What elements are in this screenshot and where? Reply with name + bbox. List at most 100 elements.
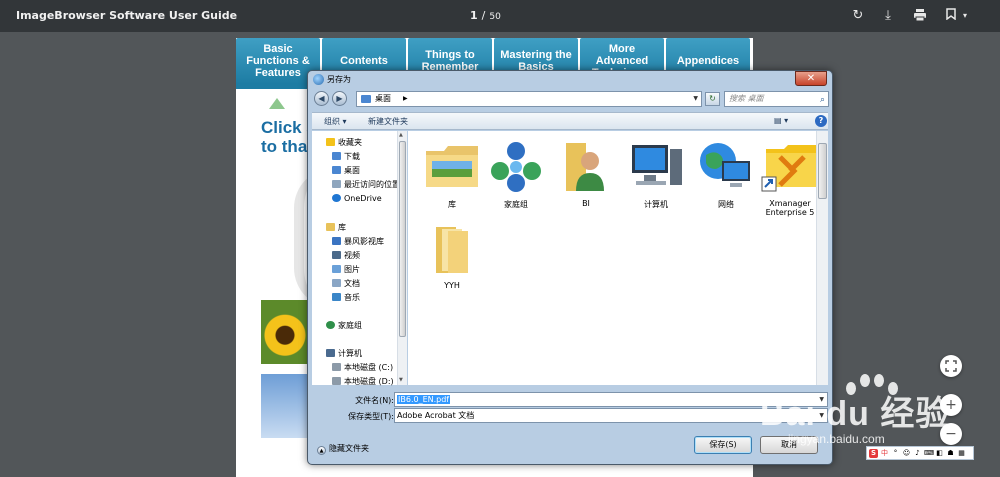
dialog-title: 另存为 [327,75,351,84]
navigation-row: ◀ ▶ 桌面 ▶ ▼ ↻ 搜索 桌面 ⌕ [308,88,832,110]
nav-item-label: 家庭组 [338,321,362,330]
file-item-computer[interactable]: 计算机 [620,139,692,210]
nav-item-label: 本地磁盘 (D:) [344,377,394,386]
close-button[interactable]: ✕ [795,71,827,86]
keyboard-icon[interactable]: ⌨ [924,449,934,458]
nav-item-label: 下载 [344,152,360,161]
toolbox-icon[interactable]: ▦ [957,449,966,458]
file-item-library[interactable]: 库 [416,139,488,210]
user-icon[interactable]: ☗ [946,449,955,458]
new-folder-button[interactable]: 新建文件夹 [368,116,408,127]
file-item-yyh[interactable]: YYH [416,221,488,290]
computer-icon [326,349,335,357]
nav-item-label: OneDrive [344,194,382,203]
nav-item-label: 库 [338,223,346,232]
dialog-titlebar: 另存为 ✕ [308,71,832,88]
microphone-icon[interactable]: ♪ [913,449,922,458]
back-button[interactable]: ◀ [314,91,329,106]
drive-icon [332,363,341,371]
file-item-label: 计算机 [644,200,668,209]
file-item-label: 家庭组 [504,200,528,209]
breadcrumb-arrow-icon[interactable]: ▶ [403,92,408,106]
scroll-up-icon[interactable]: ▲ [399,132,403,138]
user-folder-icon [556,139,616,195]
address-text: 桌面 [375,94,391,103]
skin-icon[interactable]: ◧ [935,449,944,458]
print-icon[interactable] [912,8,928,24]
library-icon [422,139,482,195]
cloud-icon [332,194,341,202]
nav-item-baofeng[interactable]: 暴风影视库 [332,236,384,248]
network-icon [696,139,756,195]
file-item-bi[interactable]: BI [550,139,622,208]
nav-item-label: 文档 [344,279,360,288]
hide-folders-label: 隐藏文件夹 [329,444,369,453]
scroll-down-icon[interactable]: ▼ [399,377,403,383]
refresh-button[interactable]: ↻ [705,92,720,106]
scrollbar-thumb[interactable] [399,141,406,337]
nav-item-music[interactable]: 音乐 [332,292,360,304]
sky-thumbnail [261,374,309,438]
nav-item-downloads[interactable]: 下载 [332,151,360,163]
nav-item-libraries[interactable]: 库 [326,222,346,234]
nav-item-drive-c[interactable]: 本地磁盘 (C:) [332,362,393,374]
sogou-icon[interactable]: S [869,448,878,458]
nav-item-favorites[interactable]: 收藏夹 [326,137,362,149]
view-options-icon[interactable]: ▤ ▾ [774,116,788,125]
filename-row: 文件名(N): IB6.0_EN.pdf ▼ [308,392,832,408]
filename-value: IB6.0_EN.pdf [397,395,451,404]
download-icon[interactable]: ⤓ [880,8,896,24]
current-page[interactable]: 1 [470,9,478,22]
punctuation-icon[interactable]: ° [891,449,900,458]
nav-item-label: 本地磁盘 (C:) [344,363,394,372]
navigation-scrollbar[interactable]: ▲ ▼ [397,131,407,385]
scrollbar-thumb[interactable] [818,143,827,199]
nav-item-homegroup[interactable]: 家庭组 [326,320,362,332]
nav-item-label: 计算机 [338,349,362,358]
navigation-pane: 收藏夹 下载 桌面 最近访问的位置 OneDrive 库 暴风影视库 视频 图片… [312,131,407,388]
filetype-label: 保存类型(T): [348,412,394,421]
nav-item-videos[interactable]: 视频 [332,250,360,262]
star-icon [326,138,335,146]
nav-item-onedrive[interactable]: OneDrive [332,193,382,205]
more-options-icon[interactable]: ▾ [957,8,973,24]
video-library-icon [332,237,341,245]
organize-menu[interactable]: 组织 ▾ [324,116,347,127]
total-pages: 50 [489,12,501,22]
search-icon[interactable]: ⌕ [820,93,825,107]
desktop-icon [332,166,341,174]
nav-item-drive-d[interactable]: 本地磁盘 (D:) [332,376,394,388]
rotate-icon[interactable]: ↻ [850,8,866,24]
search-input[interactable]: 搜索 桌面 ⌕ [724,91,829,107]
page-separator: / [481,9,486,22]
file-item-network[interactable]: 网络 [690,139,762,210]
folder-icon [422,221,482,277]
address-bar[interactable]: 桌面 ▶ ▼ [356,91,702,107]
search-placeholder: 搜索 桌面 [729,94,764,103]
address-dropdown-icon[interactable]: ▼ [693,92,698,106]
forward-button[interactable]: ▶ [332,91,347,106]
save-as-dialog: 另存为 ✕ ◀ ▶ 桌面 ▶ ▼ ↻ 搜索 桌面 ⌕ 组织 ▾ 新建文件夹 ▤ … [307,70,833,465]
nav-item-pictures[interactable]: 图片 [332,264,360,276]
homegroup-icon [326,321,335,329]
file-item-label: 库 [448,200,456,209]
baidu-jingyan-watermark: Bai du 经验 jingyan.baidu.com [760,372,980,446]
save-button[interactable]: 保存(S) [694,436,752,454]
nav-item-computer[interactable]: 计算机 [326,348,362,360]
downloads-icon [332,152,341,160]
homegroup-icon [486,139,546,195]
nav-item-label: 桌面 [344,166,360,175]
emoji-icon[interactable]: ☺ [902,449,911,458]
nav-item-recent-places[interactable]: 最近访问的位置 [332,179,400,191]
nav-item-desktop[interactable]: 桌面 [332,165,360,177]
watermark-brand: Bai du 经验 [760,395,951,433]
hide-folders-toggle[interactable]: ▲ 隐藏文件夹 [317,443,369,455]
file-pane-scrollbar[interactable] [816,131,828,385]
ime-toolbar: S 中 ° ☺ ♪ ⌨ ◧ ☗ ▦ [866,446,974,460]
chinese-mode-icon[interactable]: 中 [880,449,889,458]
sunflower-thumbnail [261,300,309,364]
nav-item-documents[interactable]: 文档 [332,278,360,290]
file-item-homegroup[interactable]: 家庭组 [480,139,552,210]
help-icon[interactable]: ? [815,115,827,127]
file-item-label: YYH [444,281,460,290]
